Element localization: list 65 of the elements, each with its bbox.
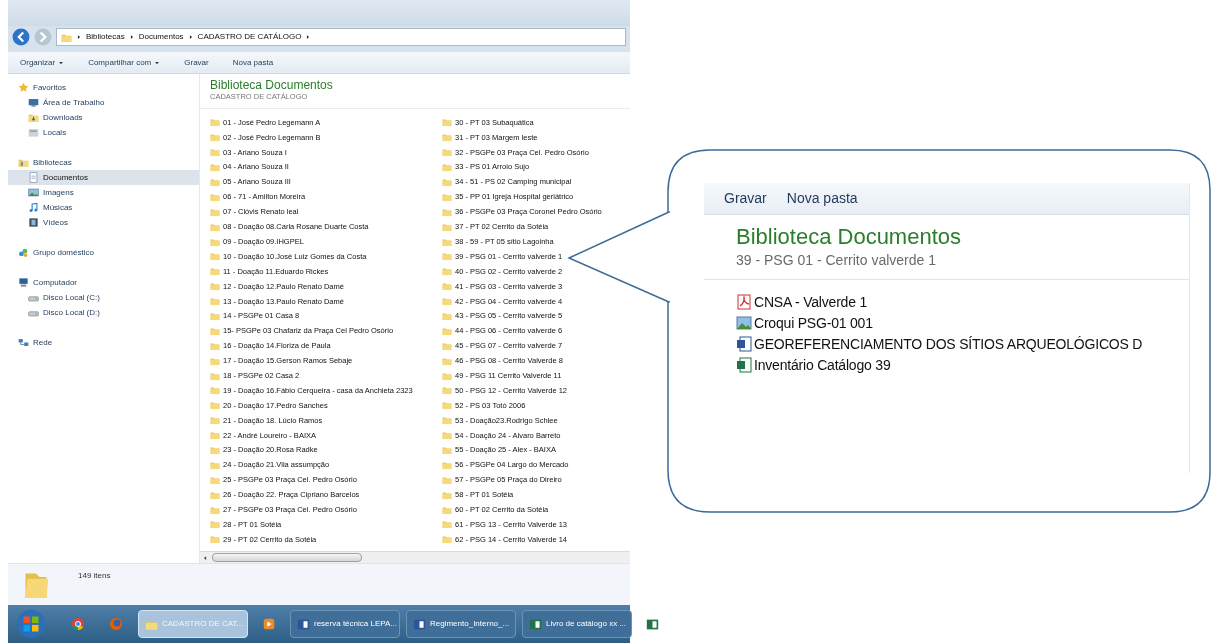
browser-icon[interactable] <box>70 616 86 632</box>
network-icon <box>18 337 29 348</box>
start-button[interactable] <box>16 609 46 639</box>
monitor-icon <box>28 97 39 108</box>
excel-icon <box>736 357 752 373</box>
toolbar-button[interactable]: Gravar <box>184 56 209 69</box>
homegroup-icon <box>18 247 29 258</box>
image-icon <box>28 187 39 198</box>
document-icon <box>28 172 39 183</box>
sidebar-item[interactable]: Bibliotecas <box>8 155 199 170</box>
excel-icon <box>529 617 542 631</box>
item-count: 149 itens <box>78 570 111 582</box>
library-subtitle: 39 - PSG 01 - Cerrito valverde 1 <box>736 251 937 269</box>
computer-icon <box>18 277 29 288</box>
sidebar-item[interactable]: Área de Trabalho <box>8 95 199 110</box>
scroll-left-icon <box>202 554 208 561</box>
sidebar-item[interactable]: Computador <box>8 275 199 290</box>
chevron-icon <box>305 34 312 40</box>
file-item[interactable]: Inventário Catálogo 39 <box>736 355 1157 375</box>
scrollbar-thumb[interactable] <box>212 553 362 562</box>
back-button[interactable] <box>12 28 30 46</box>
excel-icon[interactable] <box>646 617 659 631</box>
music-note-icon <box>28 202 39 213</box>
library-title: Biblioteca Documentos <box>736 223 962 251</box>
caret-icon <box>58 59 65 66</box>
sidebar-item[interactable]: Locais <box>8 125 199 140</box>
file-item[interactable]: Croqui PSG-01 001 <box>736 313 1157 333</box>
sidebar-item[interactable]: Disco Local (D:) <box>8 305 199 320</box>
word-icon <box>736 336 752 352</box>
sidebar-item[interactable]: Grupo doméstico <box>8 245 199 260</box>
caret-icon <box>154 59 161 66</box>
address-bar[interactable]: Bibliotecas Documentos CADASTRO DE CATÁLOGO <box>56 28 626 46</box>
toolbar-button[interactable]: Organizar <box>20 56 65 69</box>
chevron-icon <box>128 34 135 40</box>
toolbar-button[interactable]: Compartilhar com <box>88 56 161 69</box>
pdf-icon <box>736 294 752 310</box>
sidebar-item[interactable]: Imagens <box>8 185 199 200</box>
sidebar-item[interactable]: Rede <box>8 335 199 350</box>
file-item[interactable]: CNSA - Valverde 1 <box>736 292 1157 312</box>
play-icon[interactable] <box>262 617 276 631</box>
file-item[interactable]: GEOREFERENCIAMENTO DOS SÍTIOS ARQUEOLÓGICOS D <box>736 334 1157 354</box>
sidebar-item[interactable]: Disco Local (C:) <box>8 290 199 305</box>
chevron-icon <box>76 34 82 40</box>
toolbar-button[interactable]: Nova pasta <box>786 188 858 209</box>
taskbar-button[interactable]: Regimento_Interno_... <box>406 610 516 638</box>
breadcrumb-item[interactable]: Bibliotecas <box>86 31 125 43</box>
word-icon <box>413 617 426 631</box>
sidebar-item[interactable]: Vídeos <box>8 215 199 230</box>
image-icon <box>736 315 752 331</box>
sidebar-item[interactable]: Músicas <box>8 200 199 215</box>
sidebar-item[interactable]: Favoritos <box>8 80 199 95</box>
star-icon <box>18 82 29 93</box>
library-title: Biblioteca Documentos <box>210 78 334 92</box>
breadcrumb-item[interactable]: Documentos <box>138 31 184 43</box>
sidebar-item[interactable]: Downloads <box>8 110 199 125</box>
toolbar-button[interactable]: Gravar <box>724 188 767 209</box>
toolbar-button[interactable]: Nova pasta <box>232 56 274 69</box>
chevron-icon <box>187 34 194 40</box>
sidebar-item[interactable]: Documentos <box>8 170 199 185</box>
taskbar-button[interactable]: Livro de catálogo xx ... <box>522 610 632 638</box>
library-icon <box>18 157 29 168</box>
word-icon <box>297 617 310 631</box>
taskbar-button[interactable]: reserva técnica LEPA... <box>290 610 400 638</box>
film-icon <box>28 217 39 228</box>
breadcrumb-item[interactable]: CADASTRO DE CATÁLOGO <box>197 31 302 43</box>
